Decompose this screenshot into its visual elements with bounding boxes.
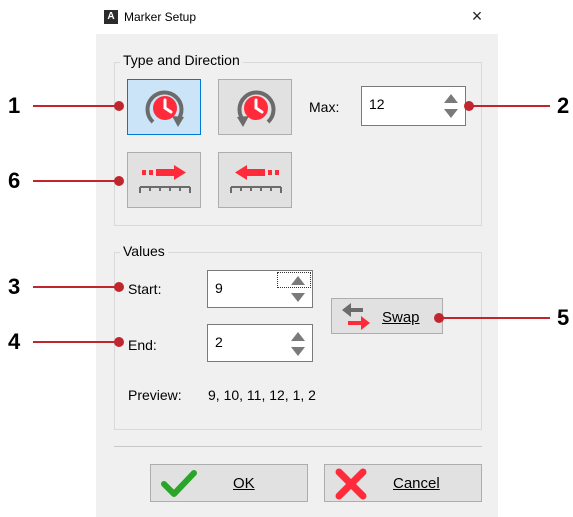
callout-2-dot [464,101,474,111]
start-spinbox[interactable]: 9 [207,270,313,308]
max-spinbox[interactable]: 12 [361,86,466,126]
cross-icon [335,468,367,500]
spin-up-icon[interactable] [288,273,308,287]
ok-label: OK [233,475,255,492]
callout-5-dot [434,313,444,323]
footer-separator [114,446,482,447]
callout-1-number: 1 [8,93,21,118]
swap-label: Swap [382,309,420,326]
callout-4-number: 4 [8,329,21,354]
callout-2-number: 2 [557,93,570,118]
left-to-right-button[interactable] [127,152,201,208]
end-spinbox[interactable]: 2 [207,324,313,362]
type-direction-group-label: Type and Direction [120,52,243,68]
clockwise-button[interactable] [127,79,201,135]
callout-6-line [33,180,117,182]
values-group-label: Values [120,243,168,259]
cancel-label: Cancel [393,475,440,492]
cancel-button[interactable]: Cancel [324,464,482,502]
close-icon[interactable]: × [466,5,488,27]
callout-1-dot [114,101,124,111]
callout-3-dot [114,282,124,292]
max-value: 12 [369,96,385,112]
end-label: End: [128,337,157,353]
preview-label: Preview: [128,387,182,403]
end-value: 2 [215,334,223,350]
max-label: Max: [309,99,340,115]
counterclockwise-icon [237,90,276,127]
callout-6-number: 6 [8,168,21,193]
callout-3-line [33,286,117,288]
spin-up-icon[interactable] [288,329,308,343]
checkmark-icon [161,470,197,497]
title-bar: A Marker Setup × [96,0,498,34]
spin-down-icon[interactable] [288,291,308,305]
callout-5-number: 5 [557,305,570,330]
start-label: Start: [128,281,162,297]
arrow-left-ruler-icon [230,165,282,193]
callout-6-dot [114,176,124,186]
callout-1-line [33,105,117,107]
spin-down-icon[interactable] [288,345,308,359]
marker-setup-dialog: A Marker Setup × Type and Direction Max:… [96,0,498,517]
swap-button[interactable]: Swap [331,298,443,334]
right-to-left-button[interactable] [218,152,292,208]
clockwise-icon [145,90,184,127]
callout-4-dot [114,337,124,347]
window-title: Marker Setup [124,10,197,24]
arrow-right-ruler-icon [139,165,191,193]
callout-3-number: 3 [8,274,21,299]
start-value: 9 [215,280,223,296]
callout-2-line [468,105,550,107]
ok-button[interactable]: OK [150,464,308,502]
counterclockwise-button[interactable] [218,79,292,135]
callout-5-line [440,317,550,319]
preview-value: 9, 10, 11, 12, 1, 2 [208,387,316,403]
app-icon: A [104,10,118,24]
swap-arrows-icon [342,303,370,330]
callout-4-line [33,341,117,343]
spin-up-icon[interactable] [441,91,461,105]
spin-down-icon[interactable] [441,107,461,121]
